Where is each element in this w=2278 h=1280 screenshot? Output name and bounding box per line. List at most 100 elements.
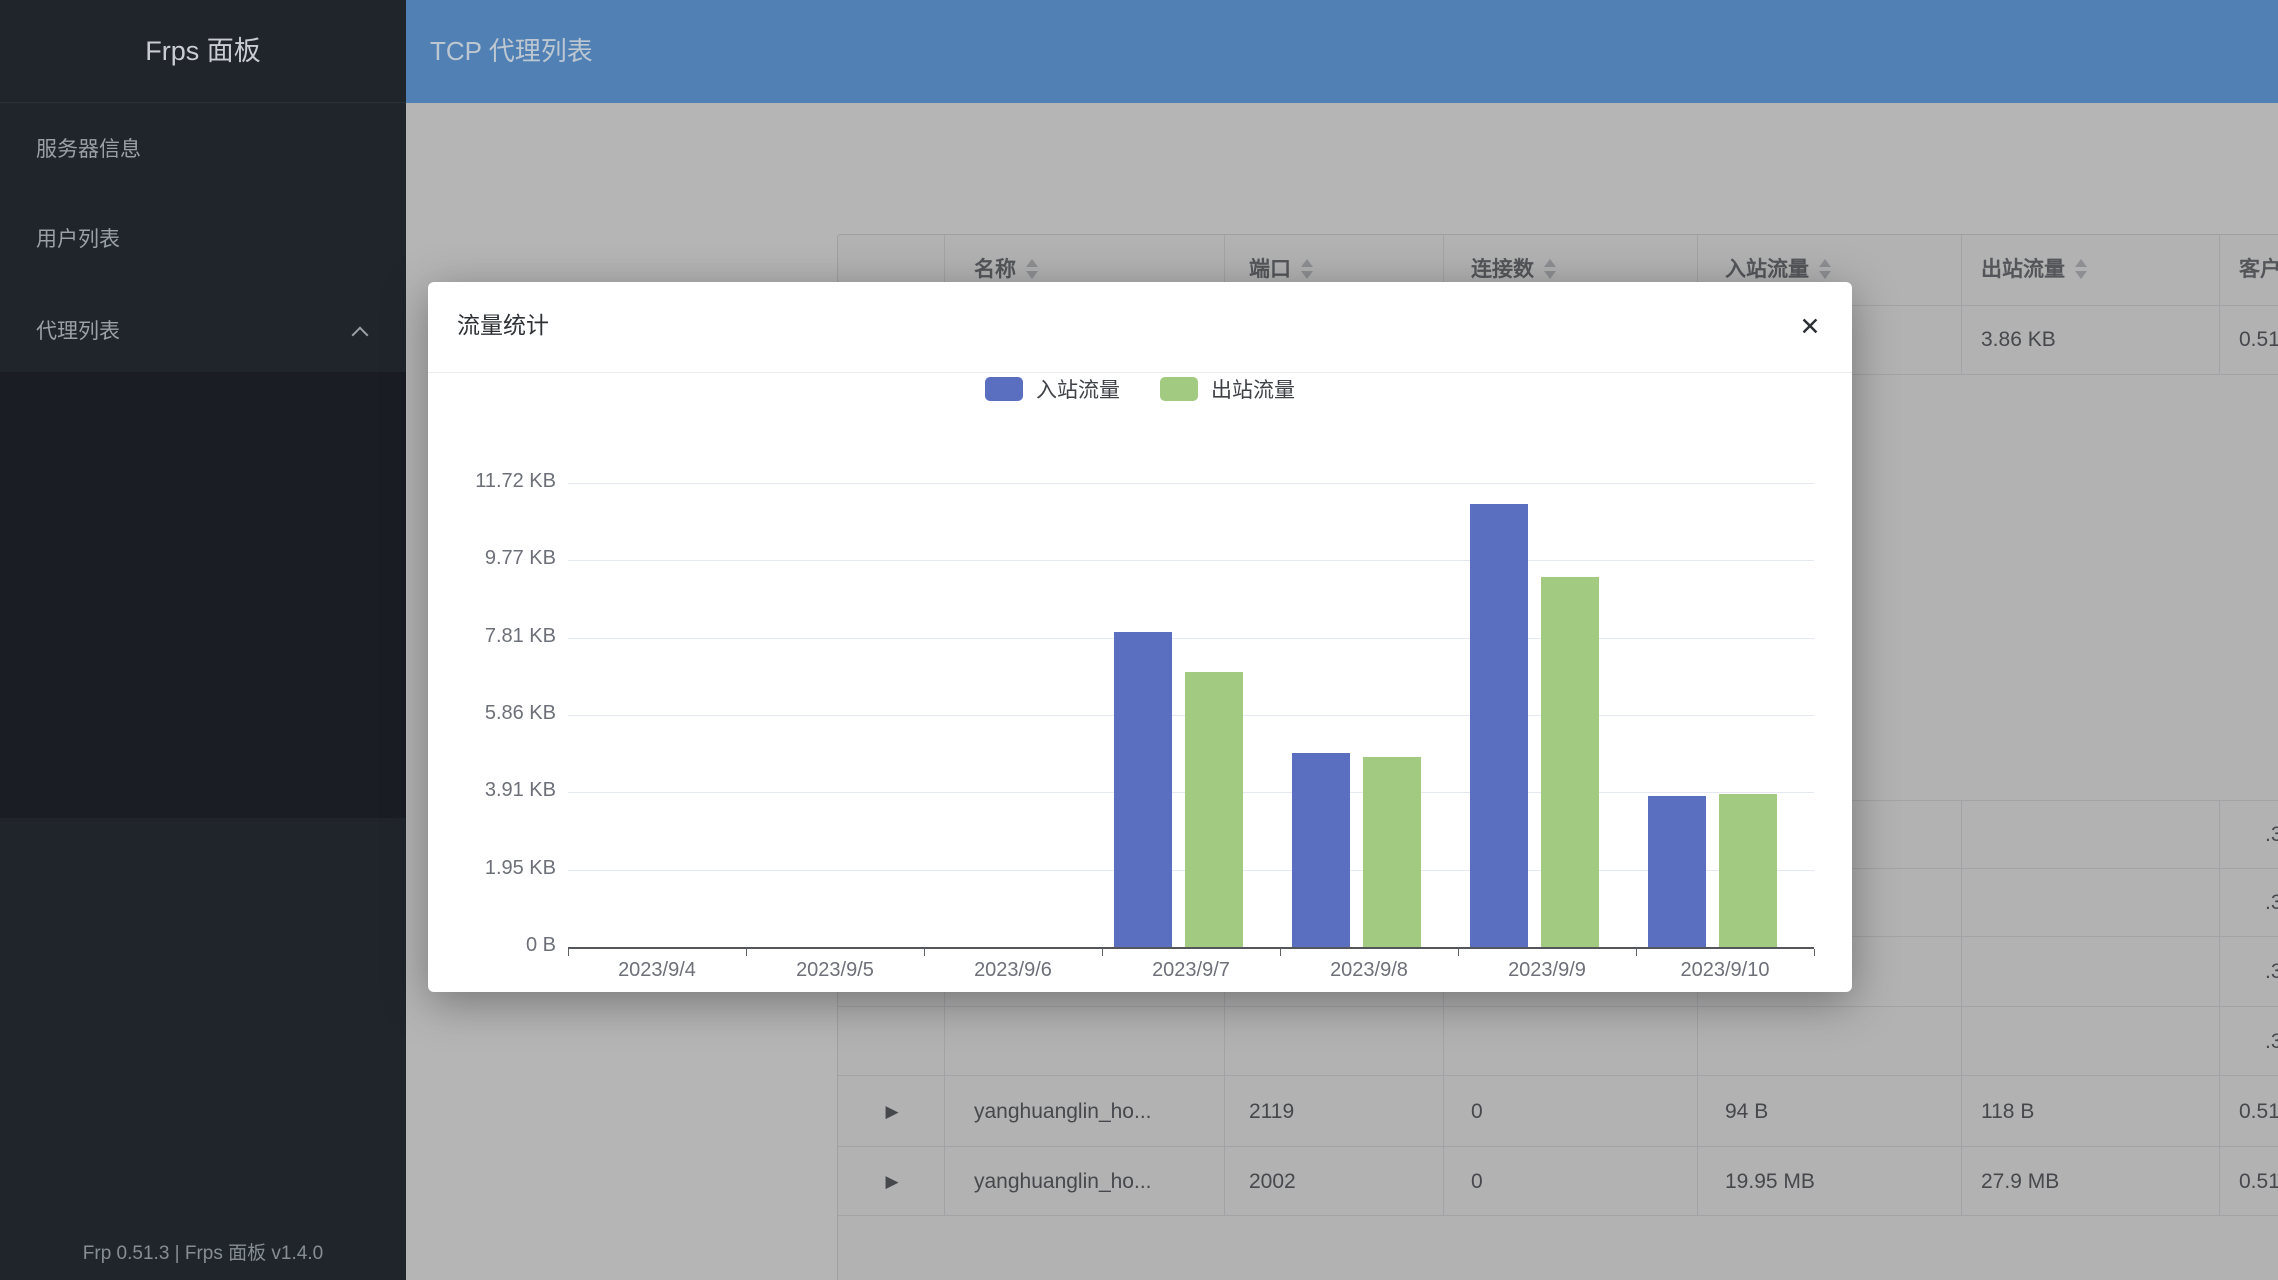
column-divider — [1961, 937, 1962, 1007]
cell-name: yanghuanglin_ho... — [974, 1076, 1152, 1147]
cell-client-version-partial: .3 — [2265, 937, 2278, 1007]
y-axis-tick-label: 11.72 KB — [446, 470, 556, 493]
close-icon[interactable]: ✕ — [1790, 307, 1830, 347]
sidebar-item-2[interactable]: 用户列表 — [0, 198, 406, 282]
x-axis-category-label: 2023/9/6 — [924, 959, 1102, 982]
table-row[interactable]: .3在线 — [838, 1007, 2278, 1076]
column-divider — [2219, 1007, 2220, 1076]
expand-row-icon[interactable]: ▶ — [882, 1076, 902, 1147]
x-axis-category-label: 2023/9/8 — [1280, 959, 1458, 982]
frps-dashboard: Frps 面板 服务器信息用户列表代理列表TCPUDPHTTPHTTPSSTCP… — [0, 0, 2278, 1280]
table-row[interactable]: ▶ yanghuanglin_ho... 2002 0 19.95 MB 27.9 MB 0… — [838, 1147, 2278, 1216]
sidebar-item-3[interactable]: 代理列表 — [0, 290, 406, 374]
column-divider — [944, 1076, 945, 1147]
chevron-up-icon — [352, 324, 368, 340]
column-divider — [1697, 1007, 1698, 1076]
column-header-5[interactable]: 出站流量 — [1981, 235, 2087, 305]
column-divider — [2219, 801, 2220, 869]
traffic-stats-modal: 流量统计 ✕ 入站流量出站流量 0 B1.95 KB3.91 KB5.86 KB… — [428, 282, 1852, 992]
column-divider — [2219, 1076, 2220, 1147]
column-divider — [1961, 1007, 1962, 1076]
column-divider — [1443, 1007, 1444, 1076]
page-title: TCP 代理列表 — [430, 0, 593, 103]
column-header-label: 出站流量 — [1981, 258, 2065, 281]
x-axis-tick — [746, 949, 747, 956]
table-row[interactable]: ▶yanghuanglin_ho...2119094 B118 B0.51.3在… — [838, 1076, 2278, 1147]
modal-title: 流量统计 — [457, 306, 549, 340]
column-divider — [944, 1007, 945, 1076]
column-divider — [2219, 869, 2220, 937]
proxy-submenu — [0, 372, 406, 818]
x-axis-tick — [1636, 949, 1637, 956]
cell-connections: 0 — [1471, 1147, 1483, 1216]
x-axis-tick — [568, 949, 569, 956]
y-axis-tick-label: 9.77 KB — [446, 547, 556, 570]
column-divider — [1443, 1076, 1444, 1147]
x-axis-tick — [1814, 949, 1815, 956]
cell-traffic-out: 118 B — [1981, 1076, 2034, 1147]
expand-row-icon[interactable]: ▶ — [882, 1147, 902, 1216]
column-divider — [1961, 235, 1962, 305]
sort-caret-icon[interactable] — [1544, 258, 1556, 280]
column-divider — [1961, 1076, 1962, 1147]
legend-item-出站流量[interactable]: 出站流量 — [1160, 374, 1295, 404]
cell-port: 2002 — [1249, 1147, 1296, 1216]
cell-traffic-in: 94 B — [1725, 1076, 1768, 1147]
column-divider — [2219, 1147, 2220, 1216]
bar-出站流量-2023/9/8 — [1363, 757, 1421, 947]
column-header-6[interactable]: 客户端版本 — [2239, 235, 2278, 305]
version-footer: Frp 0.51.3 | Frps 面板 v1.4.0 — [0, 1238, 406, 1265]
legend-item-入站流量[interactable]: 入站流量 — [985, 374, 1120, 404]
column-divider — [944, 1147, 945, 1216]
bar-出站流量-2023/9/9 — [1541, 577, 1599, 947]
column-divider — [1224, 1076, 1225, 1147]
sort-caret-icon[interactable] — [1301, 258, 1313, 280]
cell-traffic-out: 27.9 MB — [1981, 1147, 2059, 1216]
legend-swatch-icon — [1160, 377, 1198, 401]
cell-client-version: 0.51.3 — [2239, 1076, 2278, 1147]
bar-入站流量-2023/9/8 — [1292, 753, 1350, 947]
y-axis-tick-label: 5.86 KB — [446, 702, 556, 725]
column-divider — [1224, 1147, 1225, 1216]
x-axis-tick — [1102, 949, 1103, 956]
legend-label: 出站流量 — [1211, 374, 1295, 404]
column-header-label: 入站流量 — [1725, 258, 1809, 281]
cell-client-version-partial: .3 — [2265, 801, 2278, 869]
cell-name: yanghuanglin_ho... — [974, 1147, 1152, 1216]
column-divider — [1961, 801, 1962, 869]
bar-出站流量-2023/9/7 — [1185, 672, 1243, 947]
sidebar: Frps 面板 服务器信息用户列表代理列表TCPUDPHTTPHTTPSSTCP… — [0, 0, 406, 1280]
y-axis-tick-label: 7.81 KB — [446, 625, 556, 648]
sort-caret-icon[interactable] — [1026, 258, 1038, 280]
column-divider — [2219, 305, 2220, 375]
cell-client-version: 0.51.3 — [2239, 1147, 2278, 1216]
column-divider — [2219, 235, 2220, 305]
y-gridline — [568, 638, 1814, 639]
cell-client-version-partial: .3 — [2265, 869, 2278, 937]
x-axis-line — [568, 947, 1814, 949]
app-title: Frps 面板 — [0, 0, 406, 103]
top-header-bar: TCP 代理列表 — [406, 0, 2278, 103]
sort-caret-icon[interactable] — [2075, 258, 2087, 280]
cell-client-version: 0.51.3 — [2239, 305, 2278, 375]
column-divider — [1443, 1147, 1444, 1216]
bar-入站流量-2023/9/7 — [1114, 632, 1172, 947]
x-axis-tick — [1458, 949, 1459, 956]
x-axis-category-label: 2023/9/4 — [568, 959, 746, 982]
column-divider — [1697, 1076, 1698, 1147]
modal-divider — [428, 372, 1852, 373]
column-header-label: 名称 — [974, 258, 1016, 281]
cell-port: 2119 — [1249, 1076, 1294, 1147]
bar-出站流量-2023/9/10 — [1719, 794, 1777, 947]
cell-client-version-partial: .3 — [2265, 1007, 2278, 1076]
y-axis-tick-label: 1.95 KB — [446, 857, 556, 880]
sort-caret-icon[interactable] — [1819, 258, 1831, 280]
column-divider — [1224, 1007, 1225, 1076]
column-divider — [1961, 305, 1962, 375]
sidebar-item-1[interactable]: 服务器信息 — [0, 108, 406, 192]
cell-traffic-out: 3.86 KB — [1981, 305, 2056, 375]
y-axis-tick-label: 3.91 KB — [446, 779, 556, 802]
x-axis-tick — [924, 949, 925, 956]
cell-traffic-in: 19.95 MB — [1725, 1147, 1815, 1216]
legend-label: 入站流量 — [1036, 374, 1120, 404]
